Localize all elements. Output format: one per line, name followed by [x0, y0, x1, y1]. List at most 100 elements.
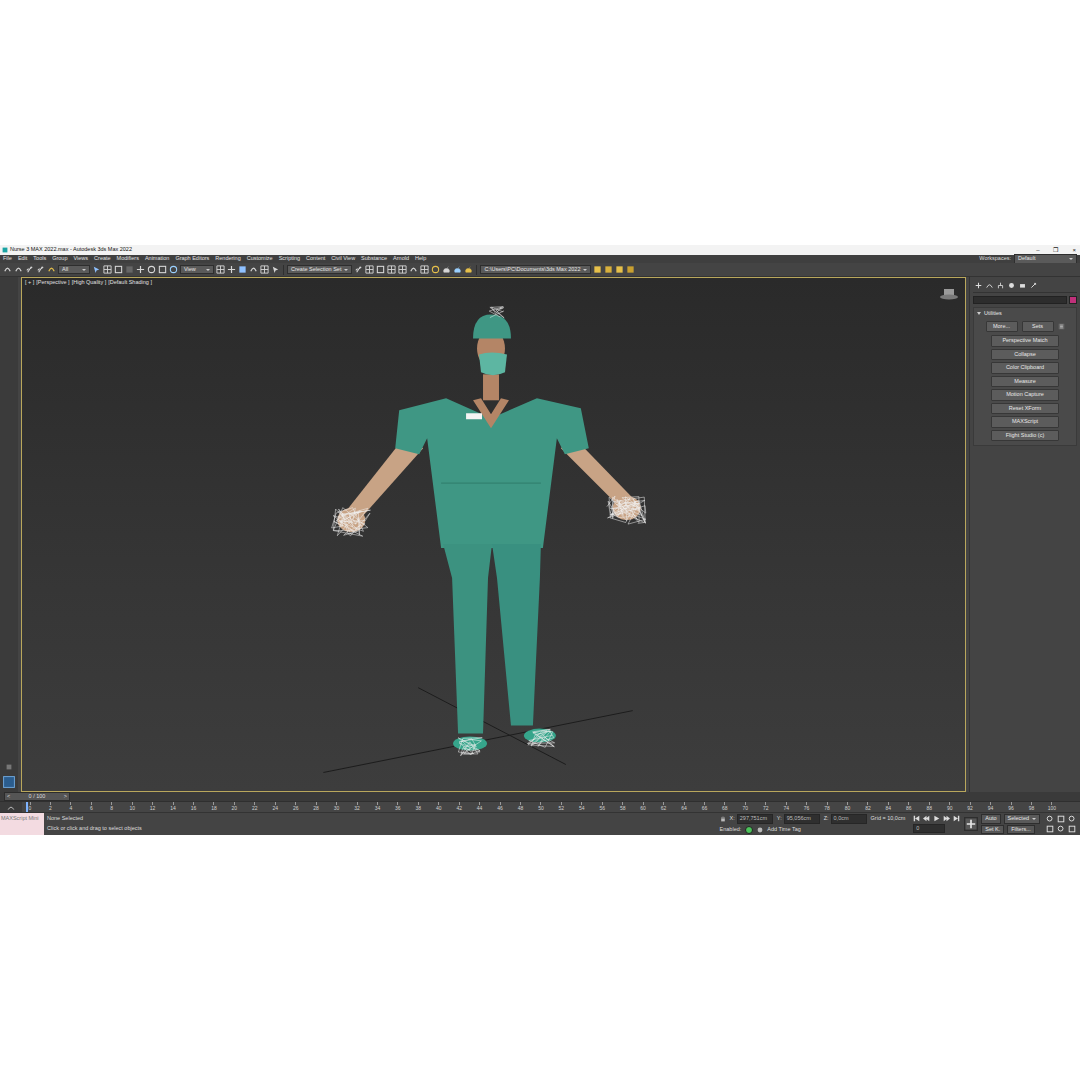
menu-item[interactable]: Edit [18, 256, 27, 262]
previous-frame-button[interactable]: < [7, 794, 10, 800]
window-crossing-icon[interactable] [125, 265, 134, 274]
layer-explorer-icon[interactable] [387, 265, 396, 274]
utility-button[interactable]: MAXScript [991, 416, 1059, 428]
hierarchy-tab-icon[interactable] [997, 282, 1004, 289]
menu-item[interactable]: Animation [145, 256, 169, 262]
utility-button[interactable]: Reset XForm [991, 403, 1059, 415]
key-filters-button[interactable]: Filters... [1007, 825, 1035, 835]
viewport-label[interactable]: [Default Shading ] [108, 280, 152, 286]
window-control-button[interactable]: × [1072, 247, 1076, 253]
selection-lock-icon[interactable] [720, 816, 726, 822]
menu-item[interactable]: File [3, 256, 12, 262]
curve-editor-icon[interactable] [409, 265, 418, 274]
undo-icon[interactable] [3, 265, 12, 274]
set-key-icon[interactable] [964, 817, 978, 831]
pivot-icon[interactable] [216, 265, 225, 274]
key-filter-dropdown[interactable]: Selected [1004, 814, 1040, 824]
spinner-snap-icon[interactable] [271, 265, 280, 274]
enabled-toggle[interactable] [745, 826, 753, 834]
menu-item[interactable]: Content [306, 256, 325, 262]
time-tag-icon[interactable] [757, 827, 763, 833]
save-folder-icon[interactable] [615, 265, 624, 274]
selection-set-dropdown[interactable]: Create Selection Set [287, 265, 352, 275]
render-setup-icon[interactable] [442, 265, 451, 274]
link-icon[interactable] [25, 265, 34, 274]
utility-button[interactable]: More... [986, 321, 1018, 333]
scene-explorer-icon[interactable] [3, 776, 15, 788]
menu-item[interactable]: Views [74, 256, 89, 262]
reference-coordinate-dropdown[interactable]: View [180, 265, 214, 275]
current-frame-field[interactable]: 0 [913, 824, 945, 834]
utility-button[interactable]: Color Clipboard [991, 362, 1059, 374]
menu-item[interactable]: Create [94, 256, 111, 262]
scale-icon[interactable] [158, 265, 167, 274]
current-frame-marker[interactable] [26, 802, 28, 812]
object-color-swatch[interactable] [1069, 296, 1077, 304]
next-frame-button[interactable]: > [64, 794, 67, 800]
menu-item[interactable]: Arnold [393, 256, 409, 262]
material-editor-icon[interactable] [431, 265, 440, 274]
menu-item[interactable]: Civil View [331, 256, 355, 262]
set-key-button[interactable]: Set K. [981, 825, 1004, 835]
render-icon[interactable] [464, 265, 473, 274]
perspective-viewport[interactable]: [ + ][Perspective ][High Quality ][Defau… [21, 277, 966, 792]
add-time-tag[interactable]: Add Time Tag [767, 827, 801, 833]
selection-filter-dropdown[interactable]: All [58, 265, 90, 275]
coordinate-field[interactable]: X:297,751cm [730, 814, 773, 824]
auto-key-button[interactable]: Auto [981, 814, 1000, 824]
field-of-view-icon[interactable] [1046, 825, 1054, 833]
menu-item[interactable]: Tools [33, 256, 46, 262]
play-icon[interactable] [933, 815, 940, 822]
unlink-icon[interactable] [36, 265, 45, 274]
bind-space-warp-icon[interactable] [47, 265, 56, 274]
rectangle-region-icon[interactable] [114, 265, 123, 274]
viewport-label[interactable]: [High Quality ] [72, 280, 107, 286]
window-control-button[interactable]: ❐ [1053, 247, 1058, 253]
rotate-icon[interactable] [147, 265, 156, 274]
mirror-icon[interactable] [354, 265, 363, 274]
archive-folder-icon[interactable] [626, 265, 635, 274]
align-icon[interactable] [365, 265, 374, 274]
utility-button[interactable]: Collapse [991, 349, 1059, 361]
maxscript-listener[interactable]: MAXScript Mini [0, 813, 44, 835]
utility-button[interactable]: Perspective Match [991, 335, 1059, 347]
angle-snap-icon[interactable] [249, 265, 258, 274]
viewport-layout-icon[interactable] [6, 764, 12, 770]
modify-tab-icon[interactable] [986, 282, 993, 289]
next-key-icon[interactable] [943, 815, 950, 822]
zoom-all-icon[interactable] [1057, 815, 1065, 823]
menu-item[interactable]: Help [415, 256, 426, 262]
menu-item[interactable]: Group [52, 256, 67, 262]
previous-key-icon[interactable] [923, 815, 930, 822]
menu-item[interactable]: Modifiers [117, 256, 139, 262]
pan-icon[interactable] [1057, 825, 1065, 833]
configure-sets-icon[interactable] [1058, 323, 1065, 330]
placement-icon[interactable] [169, 265, 178, 274]
zoom-icon[interactable] [1046, 815, 1054, 823]
utility-button[interactable]: Flight Studio (c) [991, 430, 1059, 442]
expand-arrow-icon[interactable] [977, 312, 981, 315]
viewcube-icon[interactable] [939, 288, 959, 300]
project-path-dropdown[interactable]: C:\Users\PC\Documents\3ds Max 2022 [480, 265, 591, 275]
select-by-name-icon[interactable] [103, 265, 112, 274]
coordinate-field[interactable]: Y:95,056cm [777, 814, 820, 824]
menu-item[interactable]: Graph Editors [175, 256, 209, 262]
time-slider[interactable]: <0 / 100> [4, 792, 70, 802]
project-folder-icon[interactable] [593, 265, 602, 274]
name-field[interactable] [973, 296, 1067, 304]
create-tab-icon[interactable] [975, 282, 982, 289]
viewport-canvas[interactable] [22, 278, 965, 791]
viewport-label[interactable]: [Perspective ] [36, 280, 69, 286]
keyboard-shortcut-icon[interactable] [227, 265, 236, 274]
utilities-tab-icon[interactable] [1030, 282, 1037, 289]
snaps-toggle-icon[interactable] [238, 265, 247, 274]
zoom-extents-icon[interactable] [1068, 815, 1076, 823]
motion-tab-icon[interactable] [1008, 282, 1015, 289]
viewport-label[interactable]: [ + ] [25, 280, 34, 286]
utility-button[interactable]: Sets [1022, 321, 1054, 333]
utility-button[interactable]: Measure [991, 376, 1059, 388]
frame-ruler[interactable]: 0246810121416182022242628303234363840424… [22, 802, 1080, 812]
rollout-header[interactable]: Utilities [974, 310, 1076, 318]
menu-item[interactable]: Scripting [279, 256, 300, 262]
rendered-frame-icon[interactable] [453, 265, 462, 274]
